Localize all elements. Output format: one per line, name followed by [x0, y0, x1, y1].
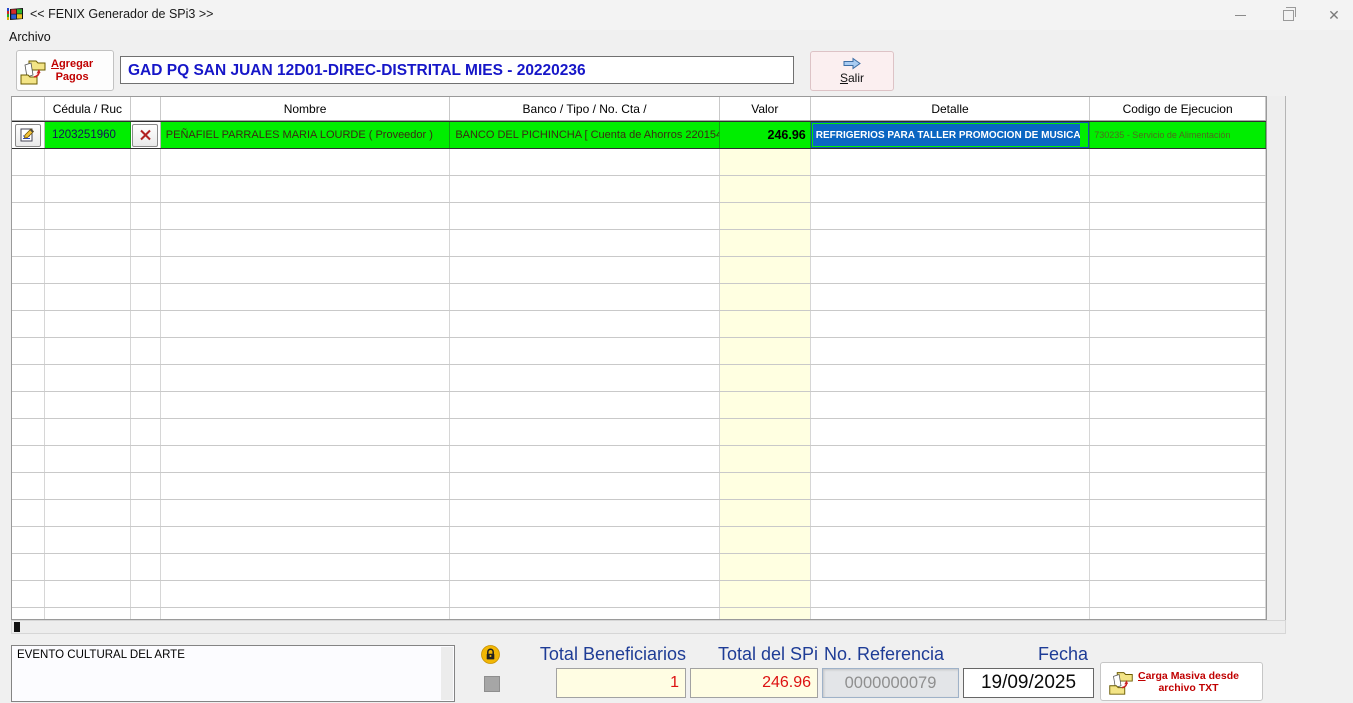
col-header-rowselect: [12, 97, 45, 120]
empty-table-row[interactable]: [12, 419, 1266, 446]
window-title: << FENIX Generador de SPi3 >>: [30, 7, 214, 21]
salir-button[interactable]: Salir: [810, 51, 894, 91]
table-header-row: Cédula / Ruc Nombre Banco / Tipo / No. C…: [12, 97, 1266, 121]
menu-archivo[interactable]: Archivo: [9, 30, 51, 44]
horizontal-scrollbar-thumb[interactable]: [14, 622, 20, 632]
col-header-codigo: Codigo de Ejecucion: [1090, 97, 1266, 120]
empty-table-row[interactable]: [12, 554, 1266, 581]
empty-table-row[interactable]: [12, 608, 1266, 619]
empty-table-row[interactable]: [12, 392, 1266, 419]
empty-table-row[interactable]: [12, 581, 1266, 608]
row-delete-cell: [130, 122, 161, 148]
close-icon: ✕: [1328, 6, 1340, 23]
notes-text: EVENTO CULTURAL DEL ARTE: [17, 649, 185, 661]
edit-icon: [20, 128, 35, 142]
empty-table-row[interactable]: [12, 230, 1266, 257]
total-spi-label: Total del SPi: [717, 644, 818, 664]
notes-scrollbar[interactable]: [441, 647, 453, 700]
empty-table-row[interactable]: [12, 527, 1266, 554]
app-icon: [7, 8, 23, 20]
table-body: 1203251960 PEÑAFIEL PARRALES MARIA LOURD…: [12, 121, 1266, 619]
minimize-icon: [1234, 14, 1246, 16]
entity-input[interactable]: GAD PQ SAN JUAN 12D01-DIREC-DISTRITAL MI…: [120, 56, 794, 84]
agregar-pagos-button[interactable]: Agregar Pagos: [16, 50, 114, 91]
empty-table-row[interactable]: [12, 176, 1266, 203]
empty-table-row[interactable]: [12, 203, 1266, 230]
empty-table-row[interactable]: [12, 284, 1266, 311]
carga-masiva-label: Carga Masiva desde archivo TXT: [1138, 669, 1239, 694]
delete-row-button[interactable]: [132, 123, 159, 147]
empty-table-row[interactable]: [12, 257, 1266, 284]
col-header-delete: [131, 97, 161, 120]
empty-table-row[interactable]: [12, 365, 1266, 392]
folder-arrow-icon: [20, 60, 46, 84]
carga-masiva-button[interactable]: Carga Masiva desde archivo TXT: [1100, 662, 1263, 701]
empty-table-row[interactable]: [12, 500, 1266, 527]
table-row[interactable]: 1203251960 PEÑAFIEL PARRALES MARIA LOURD…: [12, 121, 1266, 149]
payments-table: Cédula / Ruc Nombre Banco / Tipo / No. C…: [11, 96, 1267, 620]
col-header-banco: Banco / Tipo / No. Cta /: [450, 97, 720, 120]
salir-label: Salir: [839, 71, 865, 85]
titlebar: << FENIX Generador de SPi3 >> ✕: [0, 0, 1353, 30]
cell-valor[interactable]: 246.96: [719, 122, 811, 148]
maximize-icon: [1282, 6, 1296, 21]
row-edit-cell: [12, 122, 45, 148]
detalle-selected-text: REFRIGERIOS PARA TALLER PROMOCION DE MUS…: [812, 124, 1081, 146]
agregar-pagos-label: Agregar Pagos: [51, 57, 94, 83]
cell-detalle[interactable]: REFRIGERIOS PARA TALLER PROMOCION DE MUS…: [811, 122, 1091, 148]
lock-icon: [481, 645, 500, 664]
app-window: << FENIX Generador de SPi3 >> ✕ Archivo …: [0, 0, 1353, 703]
edit-row-button[interactable]: [14, 123, 41, 147]
col-header-nombre: Nombre: [161, 97, 451, 120]
cell-codigo-ejecucion[interactable]: 730235 - Servicio de Alimentación: [1090, 122, 1266, 148]
cell-banco[interactable]: BANCO DEL PICHINCHA [ Cuenta de Ahorros …: [450, 122, 720, 148]
col-header-valor: Valor: [720, 97, 811, 120]
empty-table-row[interactable]: [12, 338, 1266, 365]
empty-table-row[interactable]: [12, 149, 1266, 176]
empty-table-row[interactable]: [12, 446, 1266, 473]
minimize-button[interactable]: [1218, 0, 1262, 30]
fecha-field[interactable]: 19/09/2025: [963, 668, 1094, 698]
referencia-field: 0000000079: [822, 668, 959, 698]
folder-arrow-icon: [1109, 671, 1133, 695]
referencia-label: No. Referencia: [824, 644, 945, 664]
cell-nombre[interactable]: PEÑAFIEL PARRALES MARIA LOURDE ( Proveed…: [161, 122, 451, 148]
vertical-scrollbar[interactable]: [1267, 96, 1286, 634]
empty-table-row[interactable]: [12, 473, 1266, 500]
col-header-detalle: Detalle: [811, 97, 1091, 120]
red-x-icon: [140, 129, 151, 141]
total-beneficiarios-field: 1: [556, 668, 686, 698]
menubar: Archivo: [0, 30, 1353, 47]
close-button[interactable]: ✕: [1312, 0, 1353, 30]
notes-textarea[interactable]: EVENTO CULTURAL DEL ARTE: [11, 645, 455, 702]
total-spi-field: 246.96: [690, 668, 818, 698]
total-beneficiarios-label: Total Beneficiarios: [539, 644, 686, 664]
horizontal-scrollbar[interactable]: [11, 620, 1286, 634]
col-header-cedula: Cédula / Ruc: [45, 97, 131, 120]
maximize-button[interactable]: [1266, 0, 1310, 30]
empty-table-row[interactable]: [12, 311, 1266, 338]
exit-arrow-icon: [843, 57, 861, 70]
cell-cedula[interactable]: 1203251960: [45, 122, 131, 148]
status-square[interactable]: [484, 676, 500, 692]
